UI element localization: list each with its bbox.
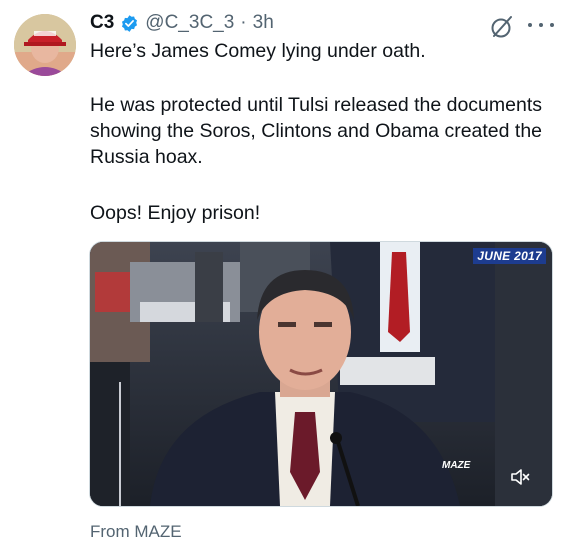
tweet[interactable]: C3 @C_3C_3 · 3h Here’s James Comey lying… [0,0,568,558]
author-handle[interactable]: @C_3C_3 [145,12,234,34]
date-badge: JUNE 2017 [473,248,546,264]
media-source-link[interactable]: From MAZE [90,522,182,542]
tweet-paragraph-3: Oops! Enjoy prison! [90,202,261,224]
video-player[interactable]: JUNE 2017 MAZE [89,241,553,507]
video-frame [90,242,552,506]
author-name[interactable]: C3 [90,12,114,34]
timestamp[interactable]: 3h [253,12,274,34]
tweet-header: C3 @C_3C_3 · 3h [90,10,274,36]
muted-speaker-icon[interactable] [510,468,530,486]
verified-badge-icon[interactable] [120,14,139,33]
more-options-icon[interactable] [528,14,554,36]
grok-icon[interactable] [489,14,515,40]
separator-dot: · [240,12,247,33]
maze-watermark: MAZE [442,460,471,471]
tweet-paragraph-1: Here’s James Comey lying under oath. [90,40,426,62]
avatar[interactable] [14,14,76,76]
tweet-paragraph-2: He was protected until Tulsi released th… [90,94,543,168]
